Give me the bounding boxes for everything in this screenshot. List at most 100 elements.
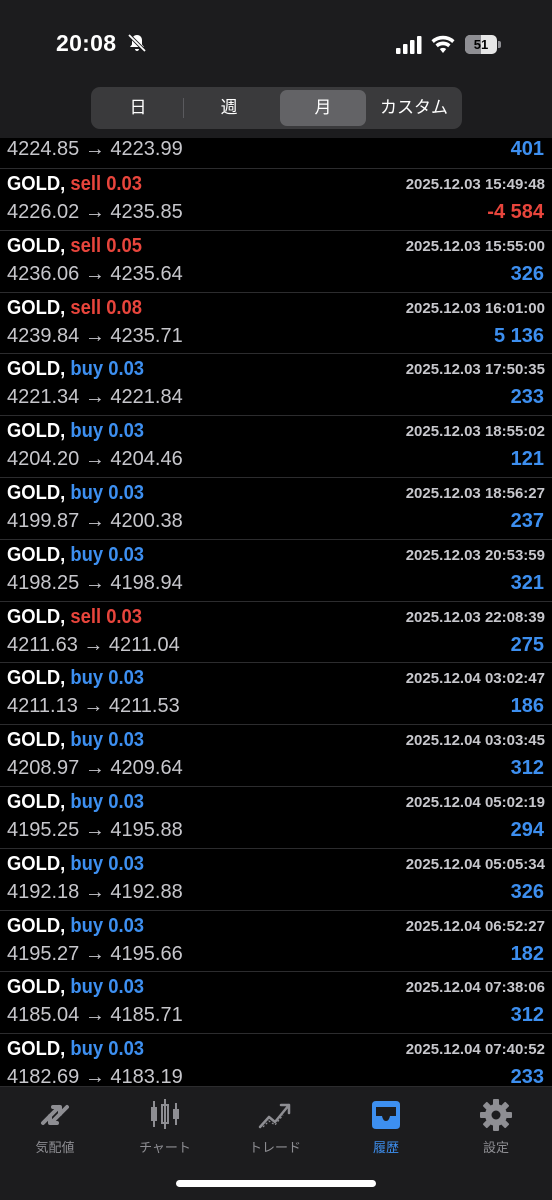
- trade-side-volume: buy 0.03: [70, 976, 145, 999]
- tab-settings[interactable]: 設定: [441, 1095, 551, 1157]
- trade-icon: [258, 1103, 291, 1129]
- trade-time: 2025.12.04 07:40:52: [405, 1041, 545, 1059]
- trade-prices: 4239.84 → 4235.71: [7, 324, 183, 347]
- trade-prices: 4195.25 → 4195.88: [7, 819, 183, 841]
- trade-symbol: GOLD, buy 0.03: [7, 1038, 144, 1061]
- segment-custom[interactable]: カスタム: [369, 90, 459, 126]
- list-item[interactable]: GOLD, buy 0.03 2025.12.04 03:02:47 4211.13…: [0, 662, 552, 724]
- trade-profit: 294: [510, 819, 544, 841]
- trade-time: 2025.12.04 07:38:06: [405, 979, 545, 997]
- tab-label: チャート: [139, 1140, 191, 1155]
- trade-profit: 321: [510, 571, 544, 594]
- trade-side-volume: buy 0.03: [70, 914, 145, 937]
- trade-side-volume: sell 0.03: [70, 173, 143, 195]
- trade-prices: 4198.25 → 4198.94: [7, 571, 183, 594]
- list-item[interactable]: GOLD, sell 0.03 2025.12.03 15:49:48 4226.0…: [0, 168, 552, 230]
- trade-symbol: GOLD, buy 0.03: [7, 976, 144, 999]
- trade-side-volume: buy 0.03: [70, 852, 145, 875]
- list-item[interactable]: GOLD, buy 0.03 2025.12.03 18:56:27 4199.87…: [0, 477, 552, 539]
- trade-side-volume: buy 0.03: [70, 791, 145, 813]
- trade-prices: 4226.02 → 4235.85: [7, 201, 183, 223]
- trade-profit: 186: [510, 695, 544, 718]
- trade-profit: -4 584: [487, 201, 544, 223]
- trade-time: 2025.12.03 22:08:39: [405, 608, 545, 626]
- trade-profit: 401: [510, 138, 544, 160]
- battery-percent: 51: [473, 37, 489, 52]
- list-item[interactable]: GOLD, buy 0.03 2025.12.04 07:38:06 4185.04…: [0, 971, 552, 1033]
- trade-profit: 233: [510, 386, 544, 409]
- header: 20:08 51 日 週 月 カスタム: [0, 0, 552, 138]
- period-segmented-control: 日 週 月 カスタム: [91, 87, 462, 129]
- trade-symbol: GOLD, buy 0.03: [7, 853, 144, 876]
- trade-profit: 237: [510, 510, 544, 532]
- tab-label: 履歴: [372, 1140, 399, 1155]
- trade-symbol: GOLD, sell 0.05: [7, 235, 142, 258]
- trade-prices: 4182.69 → 4183.19: [7, 1066, 183, 1086]
- list-item[interactable]: GOLD, buy 0.03 2025.12.04 03:03:45 4208.97…: [0, 724, 552, 786]
- trade-time: 2025.12.04 05:05:34: [405, 855, 545, 873]
- list-item[interactable]: GOLD, buy 0.03 2025.12.03 17:50:35 4221.34…: [0, 353, 552, 415]
- trade-time: 2025.12.03 15:55:00: [405, 237, 545, 255]
- trade-symbol: GOLD, sell 0.08: [7, 297, 142, 320]
- list-item[interactable]: GOLD, sell 0.08 2025.12.03 16:01:00 4239.8…: [0, 291, 552, 354]
- trade-time: 2025.12.03 15:49:48: [405, 176, 545, 193]
- tab-chart[interactable]: チャート: [110, 1095, 220, 1157]
- bell-muted-icon: [127, 33, 147, 53]
- trade-prices: 4224.85 → 4223.99: [7, 138, 183, 160]
- trade-symbol-name: GOLD,: [7, 234, 66, 257]
- list-item[interactable]: GOLD, buy 0.03 2025.12.04 05:02:19 4195.25…: [0, 786, 552, 848]
- tab-quotes[interactable]: 気配値: [0, 1095, 110, 1157]
- settings-icon: [480, 1099, 512, 1131]
- trade-time: 2025.12.04 05:02:19: [405, 794, 545, 811]
- list-item[interactable]: GOLD, buy 0.03 2025.12.04 05:05:34 4192.18…: [0, 847, 552, 910]
- list-item[interactable]: GOLD, buy 0.03 2025.12.04 06:52:27 4195.27…: [0, 909, 552, 972]
- trade-symbol-name: GOLD,: [7, 543, 66, 566]
- trade-profit: 182: [510, 942, 544, 965]
- trade-symbol-name: GOLD,: [7, 605, 66, 628]
- trade-profit: 312: [510, 1004, 544, 1027]
- list-item[interactable]: GOLD, sell 0.05 2025.12.03 15:55:00 4236.0…: [0, 229, 552, 292]
- trade-prices: 4211.63 → 4211.04: [7, 633, 180, 656]
- trade-side-volume: sell 0.05: [70, 234, 143, 257]
- trade-time: 2025.12.03 18:56:27: [405, 485, 545, 502]
- trade-prices: 4199.87 → 4200.38: [7, 510, 183, 532]
- trade-side-volume: sell 0.03: [70, 605, 143, 628]
- list-item[interactable]: 4224.85 → 4223.99 401: [0, 138, 552, 168]
- trade-prices: 4204.20 → 4204.46: [7, 448, 183, 471]
- tab-trade[interactable]: トレード: [220, 1095, 330, 1157]
- tab-label: 設定: [482, 1140, 509, 1155]
- trade-prices: 4185.04 → 4185.71: [7, 1004, 183, 1027]
- trade-side-volume: buy 0.03: [70, 543, 145, 566]
- list-item[interactable]: GOLD, buy 0.03 2025.12.03 20:53:59 4198.25…: [0, 538, 552, 601]
- signal-icon: [396, 36, 422, 54]
- trade-profit: 326: [510, 880, 544, 903]
- trade-time: 2025.12.04 03:02:47: [405, 670, 545, 688]
- trade-symbol-name: GOLD,: [7, 296, 66, 319]
- trade-time: 2025.12.03 17:50:35: [405, 361, 545, 379]
- tab-history[interactable]: 履歴: [331, 1095, 441, 1157]
- trade-profit: 233: [510, 1066, 544, 1086]
- history-icon: [372, 1101, 400, 1129]
- trade-profit: 5 136: [493, 324, 544, 347]
- trade-symbol: GOLD, buy 0.03: [7, 667, 144, 690]
- segment-month[interactable]: 月: [280, 90, 366, 126]
- battery-icon: 51: [465, 35, 501, 54]
- quotes-icon: [41, 1105, 69, 1125]
- trade-symbol-name: GOLD,: [7, 358, 66, 381]
- trade-symbol-name: GOLD,: [7, 1038, 66, 1061]
- list-item[interactable]: GOLD, buy 0.03 2025.12.03 18:55:02 4204.20…: [0, 415, 552, 477]
- history-list[interactable]: 4224.85 → 4223.99 401 GOLD, sell 0.03 202…: [0, 138, 552, 1086]
- trade-side-volume: buy 0.03: [70, 482, 145, 504]
- trade-symbol: GOLD, buy 0.03: [7, 420, 144, 443]
- trade-profit: 312: [510, 757, 544, 780]
- segment-week[interactable]: 週: [185, 90, 273, 126]
- tab-label: トレード: [248, 1140, 301, 1155]
- status-bar: 20:08 51: [0, 0, 552, 88]
- trade-symbol: GOLD, sell 0.03: [7, 173, 142, 196]
- trade-symbol-name: GOLD,: [7, 729, 66, 752]
- list-item[interactable]: GOLD, sell 0.03 2025.12.03 22:08:39 4211.6…: [0, 600, 552, 663]
- trade-prices: 4221.34 → 4221.84: [7, 386, 183, 409]
- segment-day[interactable]: 日: [94, 90, 182, 126]
- trade-symbol: GOLD, sell 0.03: [7, 606, 142, 629]
- list-item[interactable]: GOLD, buy 0.03 2025.12.04 07:40:52 4182.69…: [0, 1033, 552, 1086]
